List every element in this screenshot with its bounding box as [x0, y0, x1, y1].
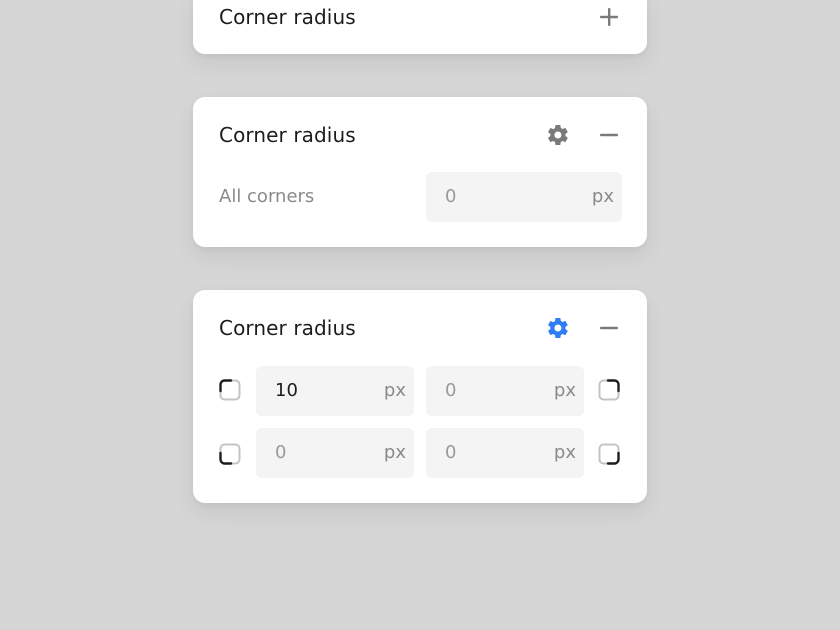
corner-radius-panel-collapsed: Corner radius	[193, 0, 647, 54]
field-value: 0	[275, 442, 287, 463]
field-value: 0	[445, 380, 457, 401]
field-value: 10	[275, 380, 298, 401]
minus-icon	[600, 326, 618, 330]
panel-title: Corner radius	[219, 123, 356, 147]
bottom-left-radius-input[interactable]: 0 px	[256, 428, 414, 478]
canvas: Corner radius Corner radius All corners …	[0, 0, 840, 630]
field-unit: px	[383, 380, 406, 401]
corner-radius-panel-uniform: Corner radius All corners 0 px	[193, 97, 647, 247]
top-left-corner-icon	[219, 379, 241, 401]
collapse-button[interactable]	[596, 315, 622, 341]
bottom-right-radius-input[interactable]: 0 px	[426, 428, 584, 478]
field-value: 0	[445, 442, 457, 463]
gear-icon	[548, 317, 568, 339]
collapse-button[interactable]	[596, 122, 622, 148]
plus-icon	[600, 8, 618, 26]
panel-title: Corner radius	[219, 316, 356, 340]
field-unit: px	[383, 442, 406, 463]
bottom-right-corner-icon	[598, 443, 620, 465]
gear-icon	[548, 124, 568, 146]
field-unit: px	[553, 442, 576, 463]
bottom-left-corner-icon	[219, 443, 241, 465]
top-right-radius-input[interactable]: 0 px	[426, 366, 584, 416]
field-unit: px	[553, 380, 576, 401]
minus-icon	[600, 133, 618, 137]
field-unit: px	[591, 186, 614, 207]
settings-button-active[interactable]	[545, 315, 571, 341]
top-right-corner-icon	[598, 379, 620, 401]
corner-radius-panel-individual: Corner radius 10 px 0 px 0 px 0 px	[193, 290, 647, 503]
top-left-radius-input[interactable]: 10 px	[256, 366, 414, 416]
all-corners-label: All corners	[219, 186, 315, 207]
panel-title: Corner radius	[219, 5, 356, 29]
expand-button[interactable]	[596, 4, 622, 30]
field-value: 0	[445, 186, 457, 207]
all-corners-input[interactable]: 0 px	[426, 172, 622, 222]
settings-button[interactable]	[545, 122, 571, 148]
